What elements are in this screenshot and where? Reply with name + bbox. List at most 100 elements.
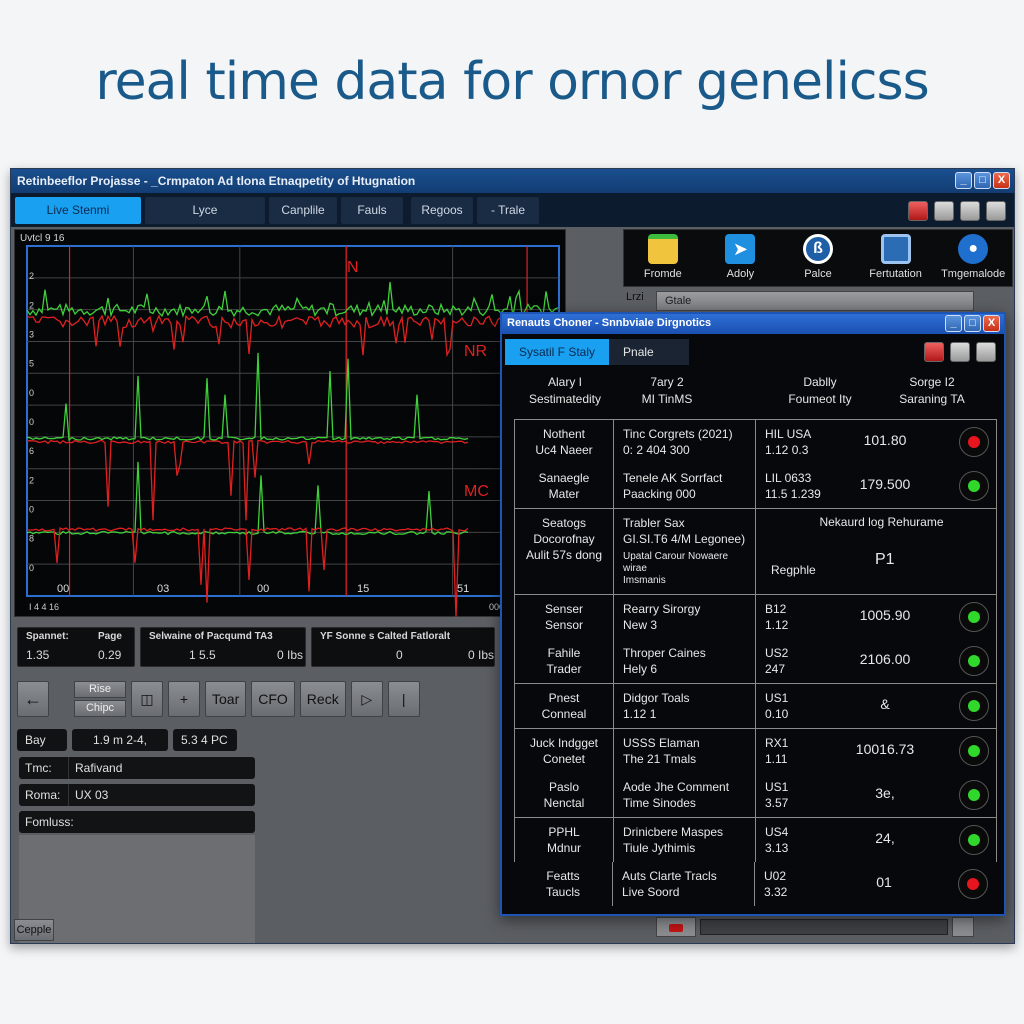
stat-value: 0 Ibs — [277, 648, 304, 662]
add-button[interactable]: + — [168, 681, 200, 717]
icon-item-fromde[interactable]: Fromde — [627, 234, 699, 286]
cfo-button[interactable]: CFO — [251, 681, 295, 717]
status-indicator-icon[interactable] — [959, 471, 989, 501]
home-icon[interactable] — [950, 342, 970, 362]
live-data-chart[interactable]: 223500620800003001551I 4 4 16000:00NRMCN — [15, 230, 567, 618]
icon-item-adoly[interactable]: ➤ Adoly — [704, 234, 776, 286]
y-tick-label: 5 — [29, 359, 34, 369]
cell-line: Hely 6 — [623, 662, 658, 676]
reck-button[interactable]: Reck — [299, 681, 346, 717]
back-button[interactable]: ← — [17, 681, 49, 717]
status-indicator-icon[interactable] — [959, 736, 989, 766]
toar-button[interactable]: Toar — [205, 681, 247, 717]
status-indicator-icon[interactable] — [958, 869, 988, 899]
tab-trale[interactable]: - Trale — [477, 197, 539, 224]
tab-regoos[interactable]: Regoos — [411, 197, 473, 224]
cell-description: Throper Caines Hely 6 — [623, 645, 763, 677]
y-tick-label: 0 — [29, 388, 34, 398]
record-button[interactable] — [656, 917, 696, 937]
maximize-button[interactable]: □ — [974, 172, 991, 189]
split-view-button[interactable]: ◫ — [131, 681, 163, 717]
cell-value: 10016.73 — [855, 741, 915, 757]
unit-select[interactable]: Gtale — [656, 291, 974, 311]
table-row[interactable]: Featts Taucls Auts Clarte Tracls Live Soord… — [514, 862, 997, 906]
dialog-title: Renauts Choner - Snnbviale Dirgnotics — [507, 317, 712, 329]
cell-line: Auts Clarte Tracls — [622, 869, 717, 883]
arrow-icon: ➤ — [725, 234, 756, 264]
stat-box-selwaine: Selwaine of Pacqumd TA3 1 5.5 0 Ibs — [140, 627, 306, 667]
cell-line: Uc4 Naeer — [535, 443, 593, 457]
column-divider — [755, 509, 756, 594]
cell-line: Drinicbere Maspes — [623, 825, 724, 839]
rise-button[interactable]: Rise — [74, 681, 126, 698]
red-flag-icon[interactable] — [908, 201, 928, 221]
calendar-icon — [880, 234, 911, 264]
status-indicator-icon[interactable] — [959, 825, 989, 855]
dialog-tab-pnale[interactable]: Pnale — [609, 339, 690, 365]
field-roma[interactable]: Roma: UX 03 — [19, 784, 255, 806]
cell-line: Rearry Sirorgy — [623, 602, 701, 616]
field-fomluss[interactable]: Fomluss: — [19, 811, 255, 833]
status-indicator-icon[interactable] — [959, 691, 989, 721]
plot-frame — [26, 245, 560, 597]
info-chips: Bay 1.9 m 2-4, PVB 5.3 4 PC — [17, 729, 237, 769]
tab-live-stream[interactable]: Live Stenmi — [15, 197, 141, 224]
status-indicator-icon[interactable] — [959, 646, 989, 676]
cell-line: RX1 — [765, 736, 789, 750]
control-toolbar: ← Rise Chipc ◫ + Toar CFO Reck ▷ | — [17, 681, 420, 717]
printer-icon[interactable] — [934, 201, 954, 221]
cell-line: GI.SI.T6 4/M Legonee) — [623, 532, 746, 546]
column-header-line: Foumeot Ity — [788, 392, 852, 406]
scroll-track[interactable] — [700, 919, 948, 935]
stop-button[interactable]: | — [387, 681, 420, 717]
tab-canplile[interactable]: Canplile — [269, 197, 337, 224]
cell-code: US2 247 — [765, 645, 825, 677]
cell-line: Mater — [548, 487, 580, 501]
column-header-line: MI TinMS — [641, 392, 693, 406]
field-tmc[interactable]: Tmc: Rafivand — [19, 757, 255, 779]
column-divider — [613, 420, 614, 508]
horizontal-scrollbar[interactable] — [656, 917, 974, 937]
column-header-line: Saraning TA — [899, 392, 965, 406]
diagnostics-dialog: Renauts Choner - Snnbviale Dirgnotics _ … — [500, 312, 1006, 916]
tab-lyce[interactable]: Lyce — [145, 197, 265, 224]
cell-value: 101.80 — [863, 432, 907, 448]
x-tick-label: 51 — [457, 583, 469, 595]
status-indicator-icon[interactable] — [959, 427, 989, 457]
cloud-icon[interactable] — [976, 342, 996, 362]
cell-line: Paacking 000 — [623, 487, 696, 501]
cell-line: 11.5 1.239 — [765, 487, 821, 501]
lock-icon[interactable] — [960, 201, 980, 221]
cell-line: Aode Jhe Comment — [623, 780, 730, 794]
cell-description: Tinc Corgrets (2021) 0: 2 404 300 — [623, 426, 763, 458]
scroll-end-button[interactable] — [952, 917, 974, 937]
icon-item-tmgemalode[interactable]: ● Tmgemalode — [937, 234, 1009, 286]
status-indicator-icon[interactable] — [959, 602, 989, 632]
unit-label: Lrzi — [626, 291, 644, 303]
cell-line: 1.12 — [765, 618, 789, 632]
y-tick-label: 3 — [29, 330, 34, 340]
column-divider — [755, 684, 756, 728]
cell-line: HIL USA — [765, 427, 812, 441]
red-flag-icon[interactable] — [924, 342, 944, 362]
dialog-close-button[interactable]: X — [983, 315, 1000, 332]
stat-header: Page — [98, 631, 122, 642]
notes-area[interactable] — [19, 835, 255, 943]
minimize-button[interactable]: _ — [955, 172, 972, 189]
cell-line: U02 — [764, 869, 787, 883]
icon-item-fertutation[interactable]: Fertutation — [860, 234, 932, 286]
dialog-minimize-button[interactable]: _ — [945, 315, 962, 332]
tab-fauls[interactable]: Fauls — [341, 197, 403, 224]
icon-item-palce[interactable]: ß Palce — [782, 234, 854, 286]
y-tick-label: 2 — [29, 300, 34, 310]
cell-component: Featts Taucls — [514, 868, 612, 900]
status-indicator-icon[interactable] — [959, 780, 989, 810]
close-button[interactable]: X — [993, 172, 1010, 189]
column-header-line: 7ary 2 — [650, 375, 684, 389]
dialog-tab-system[interactable]: Sysatil F Staly — [505, 339, 610, 365]
user-icon[interactable] — [986, 201, 1006, 221]
cepple-button[interactable]: Cepple — [14, 919, 54, 941]
play-button[interactable]: ▷ — [350, 681, 383, 717]
chipc-button[interactable]: Chipc — [74, 700, 126, 717]
dialog-maximize-button[interactable]: □ — [964, 315, 981, 332]
